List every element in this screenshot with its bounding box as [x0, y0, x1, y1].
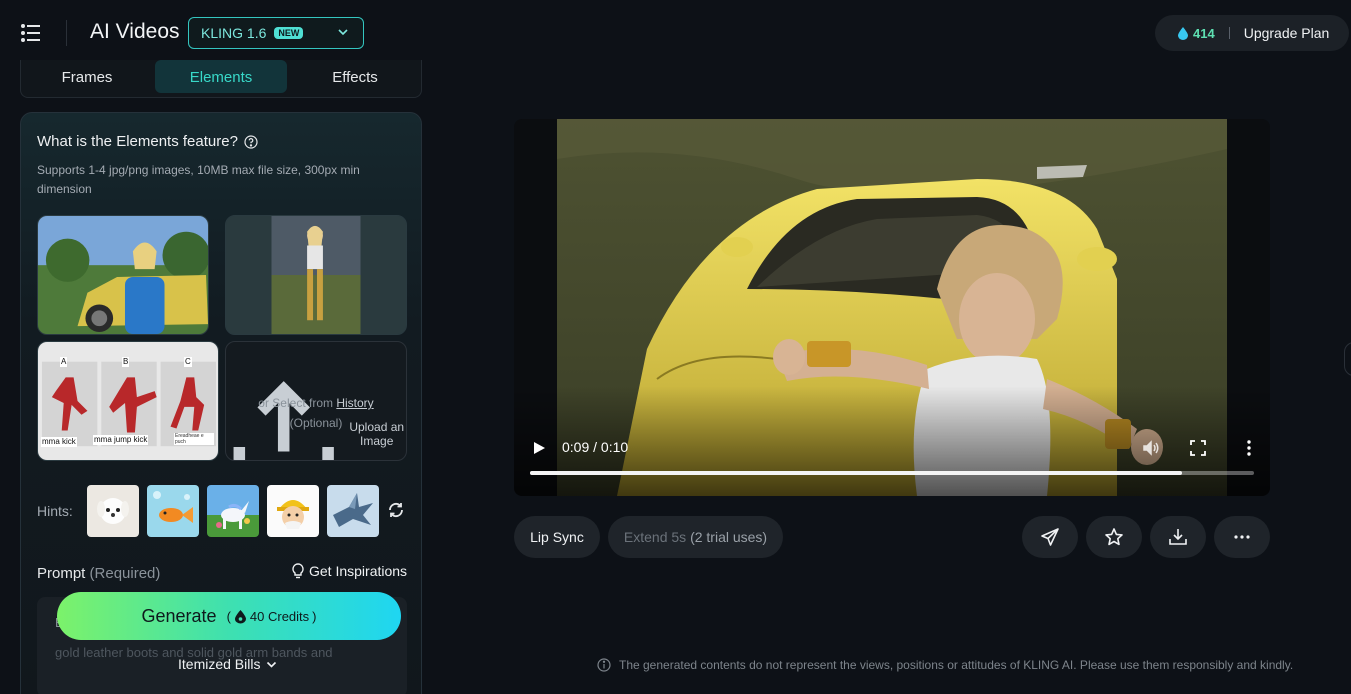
disclaimer: The generated contents do not represent …: [597, 658, 1293, 672]
extend-button[interactable]: Extend 5s (2 trial uses): [608, 516, 783, 558]
menu-icon[interactable]: [20, 22, 42, 44]
download-button[interactable]: [1150, 516, 1206, 558]
video-progress-bar[interactable]: [530, 471, 1254, 475]
hint-goldfish[interactable]: [147, 485, 199, 537]
credit-drop-icon: [1178, 27, 1188, 40]
lightbulb-icon: [292, 563, 304, 579]
elements-title-row: What is the Elements feature?: [37, 133, 258, 150]
more-options-button[interactable]: [1214, 516, 1270, 558]
tab-effects[interactable]: Effects: [289, 60, 421, 93]
send-icon: [1041, 528, 1059, 546]
volume-icon[interactable]: [1142, 439, 1160, 457]
share-button[interactable]: [1022, 516, 1078, 558]
mode-tabs: Frames Elements Effects: [20, 60, 422, 98]
pose-label-a: A: [60, 357, 68, 367]
flame-icon: [234, 609, 246, 623]
generate-credits-value: 40 Credits: [249, 608, 310, 624]
upload-optional: (Optional): [289, 416, 343, 430]
info-icon: [597, 658, 611, 672]
upload-select-row: or Select from History: [226, 396, 406, 410]
element-image-2[interactable]: [225, 215, 407, 335]
hint-puppy[interactable]: [87, 485, 139, 537]
star-icon: [1105, 528, 1123, 546]
prompt-required: (Required): [89, 565, 161, 582]
prompt-label: Prompt (Required): [37, 565, 160, 582]
element-image-3[interactable]: A B C mma kick mma jump kick Ereadheae e…: [37, 341, 219, 461]
pose-caption-c: Ereadheae e puch: [174, 433, 214, 445]
video-progress-fill: [530, 471, 1182, 475]
hint-dragon[interactable]: [327, 485, 379, 537]
pose-label-b: B: [122, 357, 130, 367]
extend-label: Extend 5s: [623, 529, 687, 545]
generate-label: Generate: [141, 605, 217, 626]
elements-description: Supports 1-4 jpg/png images, 10MB max fi…: [37, 163, 360, 196]
itemized-bills-toggle[interactable]: Itemized Bills: [178, 656, 277, 672]
pose-label-c: C: [184, 357, 192, 367]
hints-label: Hints:: [37, 503, 73, 519]
itemized-bills-label: Itemized Bills: [178, 656, 261, 672]
get-inspirations-label: Get Inspirations: [309, 563, 408, 579]
refresh-icon[interactable]: [387, 501, 405, 519]
upload-slot[interactable]: Upload an Image or Select from History (…: [225, 341, 407, 461]
elements-title: What is the Elements feature?: [37, 133, 238, 150]
more-horizontal-icon: [1234, 535, 1250, 539]
new-badge: NEW: [274, 27, 304, 39]
model-select[interactable]: KLING 1.6 NEW: [188, 17, 364, 49]
hint-construction-worker[interactable]: [267, 485, 319, 537]
more-vertical-icon[interactable]: [1240, 439, 1258, 457]
pose-caption-a: mma kick: [41, 437, 77, 447]
page-title: AI Videos: [90, 20, 180, 43]
header-divider: [66, 20, 67, 46]
video-player[interactable]: 0:09 / 0:10: [514, 119, 1270, 496]
generate-button[interactable]: Generate ( 40 Credits ): [57, 592, 401, 640]
side-panel-toggle[interactable]: [1344, 342, 1351, 376]
generate-credits: ( 40 Credits ): [226, 608, 317, 624]
pose-caption-b: mma jump kick: [93, 435, 149, 445]
video-time: 0:09 / 0:10: [562, 439, 629, 455]
chevron-down-icon: [338, 29, 348, 36]
upgrade-plan-button[interactable]: Upgrade Plan: [1244, 25, 1330, 41]
favorite-button[interactable]: [1086, 516, 1142, 558]
tab-frames[interactable]: Frames: [21, 60, 153, 93]
divider: [1228, 27, 1230, 39]
get-inspirations-button[interactable]: Get Inspirations: [291, 563, 407, 579]
help-icon[interactable]: [244, 134, 258, 149]
element-image-1[interactable]: [37, 215, 209, 335]
prompt-label-text: Prompt: [37, 565, 86, 582]
model-name: KLING 1.6: [201, 25, 267, 41]
play-icon[interactable]: [532, 441, 546, 455]
download-icon: [1169, 529, 1187, 545]
hint-unicorn[interactable]: [207, 485, 259, 537]
lip-sync-button[interactable]: Lip Sync: [514, 516, 600, 558]
upload-select-prefix: or Select from: [258, 396, 333, 410]
credit-balance: 414: [1193, 25, 1215, 41]
fullscreen-icon[interactable]: [1190, 440, 1206, 456]
account-bar: 414 Upgrade Plan: [1155, 15, 1349, 51]
history-link[interactable]: History: [336, 396, 373, 410]
chevron-down-icon: [267, 661, 277, 668]
tab-elements[interactable]: Elements: [155, 60, 287, 93]
disclaimer-text: The generated contents do not represent …: [619, 658, 1294, 672]
extend-trial-uses: (2 trial uses): [690, 529, 768, 545]
